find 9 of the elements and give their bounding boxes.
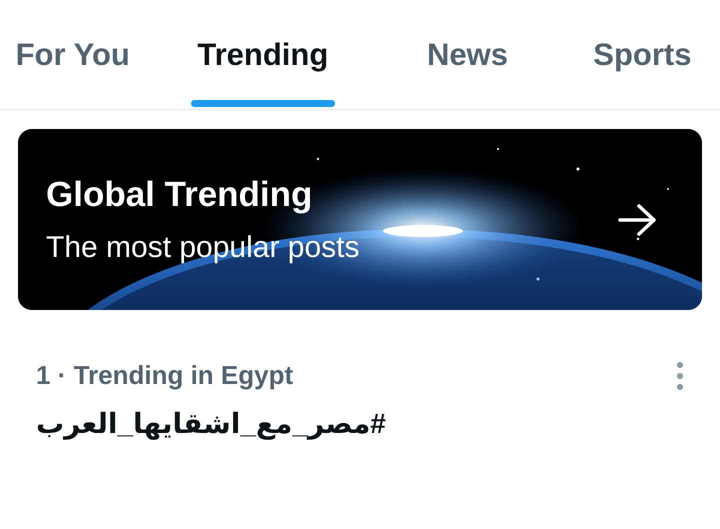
more-options-icon[interactable] <box>676 360 684 390</box>
tab[interactable]: Sports <box>564 0 720 109</box>
arrow-right-icon <box>618 202 658 236</box>
tab[interactable]: News <box>380 0 555 109</box>
banner-title: Global Trending <box>46 174 314 214</box>
tab[interactable]: Trending <box>176 0 350 109</box>
tab[interactable]: For You <box>0 0 176 109</box>
trend-topic[interactable]: #مصر_مع_اشقايها_العرب <box>36 407 386 440</box>
trend-context: 1 · Trending in Egypt <box>36 360 294 391</box>
